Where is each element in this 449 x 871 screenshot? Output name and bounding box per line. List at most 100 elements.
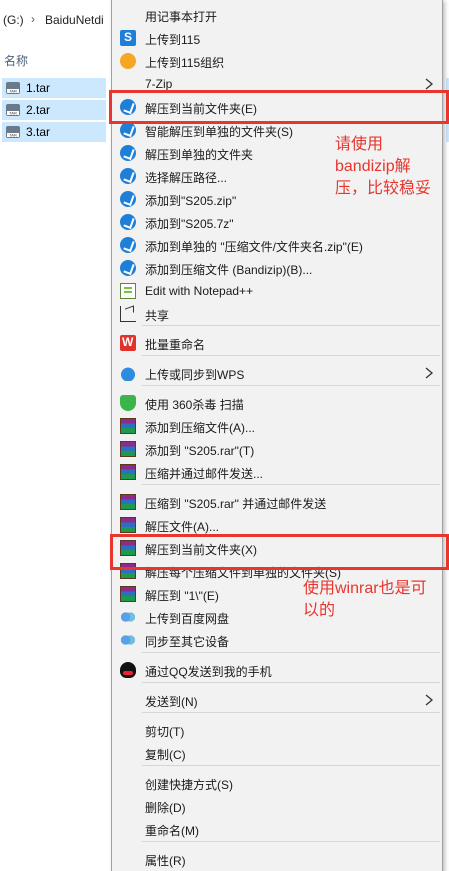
tar-file-icon: TAR bbox=[5, 102, 21, 118]
annotation-bandizip-note: 请使用 bandizip解 压，比较稳妥 bbox=[335, 136, 432, 197]
context-menu: 用记事本打开上传到115上传到115组织7-Zip解压到当前文件夹(E)智能解压… bbox=[111, 0, 443, 871]
menu-item[interactable]: 添加到 "S205.rar"(T) bbox=[112, 438, 442, 461]
menu-item[interactable]: 剪切(T) bbox=[112, 719, 442, 742]
menu-item[interactable]: 删除(D) bbox=[112, 795, 442, 818]
winrar-icon bbox=[120, 586, 136, 602]
menu-item[interactable]: 创建快捷方式(S) bbox=[112, 772, 442, 795]
file-item[interactable]: TAR 3.tar bbox=[2, 122, 106, 142]
menu-item-label: 添加到"S205.7z" bbox=[145, 217, 234, 231]
bandizip-icon bbox=[120, 260, 136, 276]
qq-icon bbox=[120, 662, 136, 678]
menu-item-label: 添加到"S205.zip" bbox=[145, 194, 237, 208]
svg-text:TAR: TAR bbox=[9, 111, 17, 116]
menu-item-label: 智能解压到单独的文件夹(S) bbox=[145, 125, 293, 139]
bandizip-icon bbox=[120, 145, 136, 161]
menu-item-label: 上传到115 bbox=[145, 33, 201, 47]
address-drive[interactable]: (G:) bbox=[3, 13, 24, 27]
menu-item-label: 上传到百度网盘 bbox=[145, 612, 230, 626]
annotation-winrar-note: 使用winrar也是可 以的 bbox=[303, 580, 427, 619]
menu-item-label: 上传或同步到WPS bbox=[145, 368, 245, 382]
menu-item[interactable]: 共享 bbox=[112, 303, 442, 326]
menu-item-label: 压缩并通过邮件发送... bbox=[145, 467, 264, 481]
menu-separator bbox=[142, 484, 440, 485]
menu-item[interactable]: Edit with Notepad++ bbox=[112, 280, 442, 303]
bandizip-icon bbox=[120, 122, 136, 138]
menu-item-label: 添加到单独的 "压缩文件/文件夹名.zip"(E) bbox=[145, 240, 363, 254]
menu-separator bbox=[142, 385, 440, 386]
menu-item[interactable]: 上传或同步到WPS bbox=[112, 362, 442, 385]
menu-item[interactable]: 用记事本打开 bbox=[112, 4, 442, 27]
menu-separator bbox=[142, 652, 440, 653]
menu-item[interactable]: 上传到115组织 bbox=[112, 50, 442, 73]
menu-item-label: 复制(C) bbox=[145, 748, 186, 762]
menu-separator bbox=[142, 355, 440, 356]
menu-item-label: 解压到单独的文件夹 bbox=[145, 148, 254, 162]
baidu-icon bbox=[120, 609, 136, 625]
menu-item[interactable]: 通过QQ发送到我的手机 bbox=[112, 659, 442, 682]
bandizip-icon bbox=[120, 191, 136, 207]
menu-item[interactable]: 复制(C) bbox=[112, 742, 442, 765]
winrar-icon bbox=[120, 464, 136, 480]
115-icon bbox=[120, 30, 136, 46]
menu-separator bbox=[142, 712, 440, 713]
winrar-icon bbox=[120, 441, 136, 457]
file-name: 2.tar bbox=[26, 103, 51, 117]
svg-text:TAR: TAR bbox=[9, 133, 17, 138]
menu-item-label: 通过QQ发送到我的手机 bbox=[145, 665, 272, 679]
menu-item-label: 属性(R) bbox=[145, 854, 186, 868]
menu-item-label: 解压到 "1\"(E) bbox=[145, 589, 219, 603]
menu-item-label: 重命名(M) bbox=[145, 824, 199, 838]
chevron-right-icon bbox=[424, 692, 434, 708]
menu-item[interactable]: 属性(R) bbox=[112, 848, 442, 871]
menu-item-label: 同步至其它设备 bbox=[145, 635, 230, 649]
wps-rename-icon bbox=[120, 335, 136, 351]
breadcrumb-separator-icon: › bbox=[31, 12, 35, 26]
menu-separator bbox=[142, 325, 440, 326]
svg-text:TAR: TAR bbox=[9, 89, 17, 94]
highlight-box-bandizip-extract bbox=[109, 90, 449, 124]
winrar-icon bbox=[120, 517, 136, 533]
menu-item[interactable]: 压缩到 "S205.rar" 并通过邮件发送 bbox=[112, 491, 442, 514]
menu-item[interactable]: 添加到单独的 "压缩文件/文件夹名.zip"(E) bbox=[112, 234, 442, 257]
breadcrumb-folder[interactable]: BaiduNetdi bbox=[45, 13, 104, 27]
menu-item[interactable]: 压缩并通过邮件发送... bbox=[112, 461, 442, 484]
bandizip-icon bbox=[120, 168, 136, 184]
menu-item[interactable]: 添加到压缩文件(A)... bbox=[112, 415, 442, 438]
menu-item-label: 删除(D) bbox=[145, 801, 186, 815]
wps-cloud-icon bbox=[120, 365, 136, 381]
file-name: 1.tar bbox=[26, 81, 51, 95]
menu-item-label: 批量重命名 bbox=[145, 338, 206, 352]
menu-item[interactable]: 上传到115 bbox=[112, 27, 442, 50]
menu-item-label: 创建快捷方式(S) bbox=[145, 778, 233, 792]
menu-separator bbox=[142, 682, 440, 683]
file-item[interactable]: TAR 2.tar bbox=[2, 100, 106, 120]
file-name: 3.tar bbox=[26, 125, 51, 139]
notepad-plus-icon bbox=[120, 283, 136, 299]
highlight-box-winrar-extract bbox=[110, 534, 449, 570]
menu-item-label: 使用 360杀毒 扫描 bbox=[145, 398, 244, 412]
share-icon bbox=[120, 306, 136, 322]
column-header-name[interactable]: 名称 bbox=[4, 52, 28, 69]
menu-item-label: 压缩到 "S205.rar" 并通过邮件发送 bbox=[145, 497, 327, 511]
menu-item[interactable]: 添加到压缩文件 (Bandizip)(B)... bbox=[112, 257, 442, 280]
menu-item-label: 选择解压路径... bbox=[145, 171, 228, 185]
menu-item[interactable]: 使用 360杀毒 扫描 bbox=[112, 392, 442, 415]
menu-item[interactable]: 重命名(M) bbox=[112, 818, 442, 841]
menu-separator bbox=[142, 841, 440, 842]
tar-file-icon: TAR bbox=[5, 124, 21, 140]
menu-item[interactable]: 添加到"S205.7z" bbox=[112, 211, 442, 234]
menu-item-label: 7-Zip bbox=[145, 77, 173, 91]
menu-item[interactable]: 批量重命名 bbox=[112, 332, 442, 355]
360-icon bbox=[120, 395, 136, 411]
chevron-right-icon bbox=[424, 365, 434, 381]
menu-item[interactable]: 发送到(N) bbox=[112, 689, 442, 712]
bandizip-icon bbox=[120, 214, 136, 230]
winrar-icon bbox=[120, 494, 136, 510]
menu-item[interactable]: 同步至其它设备 bbox=[112, 629, 442, 652]
menu-separator bbox=[142, 765, 440, 766]
menu-item-label: 添加到压缩文件(A)... bbox=[145, 421, 255, 435]
baidu-icon bbox=[120, 632, 136, 648]
menu-item-label: Edit with Notepad++ bbox=[145, 284, 254, 298]
file-item[interactable]: TAR 1.tar bbox=[2, 78, 106, 98]
menu-item-label: 发送到(N) bbox=[145, 695, 198, 709]
